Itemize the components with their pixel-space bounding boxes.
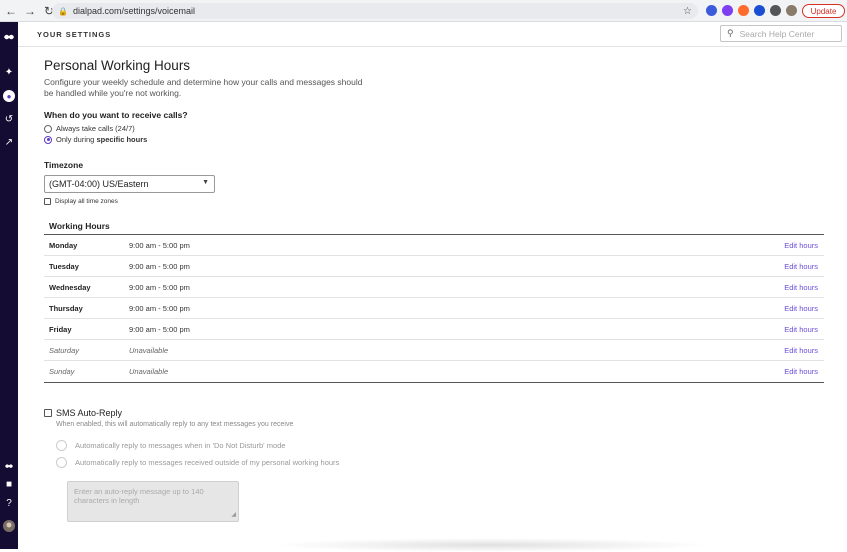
checkbox[interactable]	[44, 198, 51, 205]
working-hours-title: Working Hours	[49, 221, 110, 231]
ai-sparkle-icon[interactable]: ✦	[0, 65, 18, 79]
edit-hours-link[interactable]: Edit hours	[784, 241, 818, 250]
resize-handle-icon[interactable]: ◢	[231, 511, 236, 520]
extension-icon[interactable]	[738, 5, 749, 16]
textarea-placeholder: Enter an auto-reply message up to 140 ch…	[74, 487, 204, 505]
day-label: Wednesday	[49, 282, 91, 292]
extension-icon[interactable]	[754, 5, 765, 16]
table-row: Monday 9:00 am - 5:00 pm Edit hours	[44, 235, 824, 256]
help-icon[interactable]: ?	[0, 496, 18, 510]
table-row: Friday 9:00 am - 5:00 pm Edit hours	[44, 319, 824, 340]
table-row: Tuesday 9:00 am - 5:00 pm Edit hours	[44, 256, 824, 277]
timezone-label: Timezone	[44, 160, 84, 170]
radio-label: Always take calls (24/7)	[56, 124, 135, 133]
user-icon[interactable]: ●	[3, 90, 15, 102]
table-row: Wednesday 9:00 am - 5:00 pm Edit hours	[44, 277, 824, 298]
display-all-timezones[interactable]: Display all time zones	[44, 198, 118, 205]
dialpad-icon[interactable]	[0, 459, 18, 473]
table-row: Saturday Unavailable Edit hours	[44, 340, 824, 361]
extension-icon[interactable]	[706, 5, 717, 16]
extension-icon[interactable]	[722, 5, 733, 16]
receive-calls-question: When do you want to receive calls?	[44, 110, 188, 120]
radio-specific-hours[interactable]: Only during specific hours	[44, 135, 147, 144]
day-label: Friday	[49, 324, 72, 334]
checkbox[interactable]	[44, 409, 52, 417]
settings-header: YOUR SETTINGS ⚲ Search Help Center	[18, 22, 847, 47]
radio-button-selected[interactable]	[44, 135, 52, 144]
edit-hours-link[interactable]: Edit hours	[784, 262, 818, 271]
table-row: Thursday 9:00 am - 5:00 pm Edit hours	[44, 298, 824, 319]
sms-option-dnd[interactable]: Automatically reply to messages when in …	[56, 440, 285, 451]
radio-label: Automatically reply to messages when in …	[75, 441, 286, 450]
dialpad-logo-icon[interactable]	[0, 30, 18, 44]
hours-value: 9:00 am - 5:00 pm	[129, 282, 190, 292]
help-search-input[interactable]: ⚲ Search Help Center	[720, 25, 842, 42]
sms-auto-reply-toggle[interactable]: SMS Auto-Reply	[44, 408, 122, 418]
day-label: Sunday	[49, 367, 75, 376]
page-title: Personal Working Hours	[44, 58, 191, 73]
lock-icon: 🔒	[58, 6, 68, 16]
back-icon[interactable]: ←	[3, 3, 19, 19]
day-label: Thursday	[49, 303, 83, 313]
day-label: Saturday	[49, 345, 80, 355]
hours-value: Unavailable	[129, 345, 169, 355]
radio-button[interactable]	[44, 124, 52, 133]
search-placeholder: Search Help Center	[739, 28, 815, 39]
hours-value: Unavailable	[129, 367, 169, 376]
day-label: Monday	[49, 240, 78, 250]
radio-label-prefix: Only during	[56, 135, 97, 144]
table-row: Sunday Unavailable Edit hours	[44, 361, 824, 382]
video-icon[interactable]: ■	[0, 477, 18, 491]
search-icon: ⚲	[727, 28, 734, 38]
browser-toolbar: ← → ↻ 🔒 dialpad.com/settings/voicemail ☆…	[0, 0, 847, 22]
sms-option-outside-hours[interactable]: Automatically reply to messages received…	[56, 457, 339, 468]
working-hours-table: Monday 9:00 am - 5:00 pm Edit hours Tues…	[44, 234, 824, 383]
auto-reply-message-input[interactable]: Enter an auto-reply message up to 140 ch…	[67, 481, 239, 522]
analytics-icon[interactable]: ↗	[0, 135, 18, 149]
url-text: dialpad.com/settings/voicemail	[72, 6, 196, 16]
edit-hours-link[interactable]: Edit hours	[784, 283, 818, 292]
radio-button[interactable]	[56, 457, 67, 468]
timezone-value: (GMT-04:00) US/Eastern	[49, 179, 149, 189]
edit-hours-link[interactable]: Edit hours	[784, 346, 818, 355]
sms-label: SMS Auto-Reply	[56, 408, 123, 418]
radio-label: Automatically reply to messages received…	[75, 458, 340, 467]
puzzle-icon[interactable]	[770, 5, 781, 16]
day-label: Tuesday	[49, 261, 79, 271]
bookmark-star-icon[interactable]: ☆	[683, 6, 692, 17]
left-rail: ✦ ● ↺ ↗ ■ ?	[0, 22, 18, 549]
hours-value: 9:00 am - 5:00 pm	[129, 261, 190, 271]
checkbox-label: Display all time zones	[55, 198, 118, 205]
radio-always[interactable]: Always take calls (24/7)	[44, 124, 135, 133]
hours-value: 9:00 am - 5:00 pm	[129, 303, 190, 313]
update-button[interactable]: Update	[802, 4, 845, 18]
address-bar[interactable]: 🔒 dialpad.com/settings/voicemail ☆	[52, 3, 698, 19]
radio-label-bold: specific hours	[96, 135, 148, 144]
avatar[interactable]	[0, 519, 18, 533]
page-description: Configure your weekly schedule and deter…	[44, 77, 363, 98]
chevron-down-icon: ▼	[202, 179, 209, 186]
forward-icon[interactable]: →	[22, 3, 38, 19]
toast-shadow	[270, 538, 710, 552]
history-icon[interactable]: ↺	[0, 112, 18, 126]
hours-value: 9:00 am - 5:00 pm	[129, 324, 190, 334]
edit-hours-link[interactable]: Edit hours	[784, 304, 818, 313]
timezone-select[interactable]: (GMT-04:00) US/Eastern ▼	[44, 175, 215, 193]
radio-button[interactable]	[56, 440, 67, 451]
edit-hours-link[interactable]: Edit hours	[784, 325, 818, 334]
sms-description: When enabled, this will automatically re…	[56, 421, 294, 428]
hours-value: 9:00 am - 5:00 pm	[129, 240, 190, 250]
profile-avatar-icon[interactable]	[786, 5, 797, 16]
page-section-title: YOUR SETTINGS	[37, 30, 112, 39]
edit-hours-link[interactable]: Edit hours	[784, 367, 818, 376]
